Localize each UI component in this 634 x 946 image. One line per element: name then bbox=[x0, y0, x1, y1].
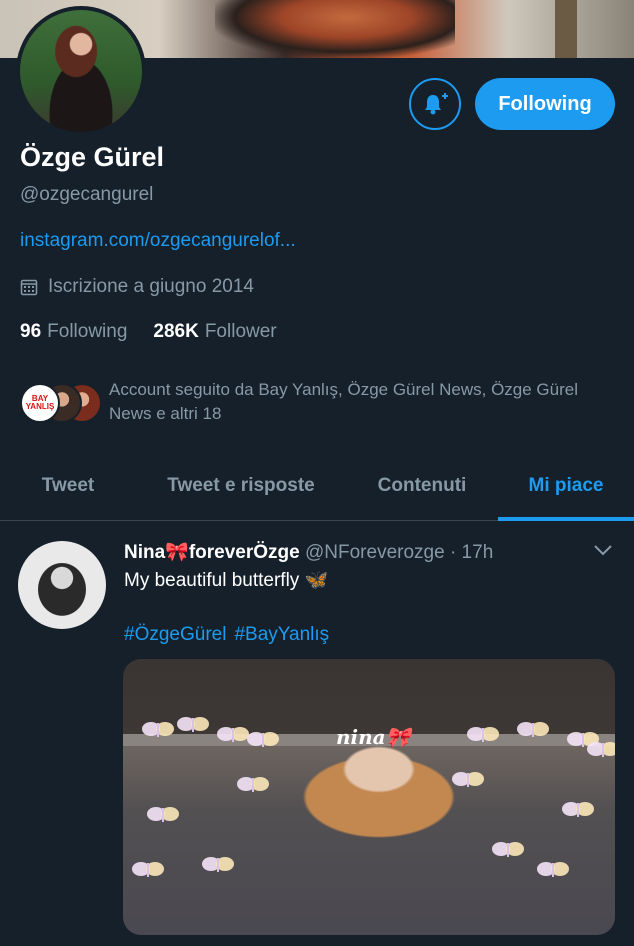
following-stat[interactable]: 96 Following bbox=[20, 321, 127, 343]
tab-tweet-e-risposte[interactable]: Tweet e risposte bbox=[136, 452, 346, 520]
butterfly-icon bbox=[247, 732, 279, 747]
banner-post bbox=[555, 0, 577, 58]
butterfly-icon bbox=[452, 772, 484, 787]
tweet-meta: @NForeverozge · 17h bbox=[305, 542, 494, 563]
butterfly-icon bbox=[587, 742, 615, 757]
tweet-hashtags: #ÖzgeGürel #BayYanlış bbox=[124, 624, 329, 646]
tweet-author-avatar[interactable] bbox=[18, 541, 106, 629]
notifications-button[interactable] bbox=[409, 78, 461, 130]
followed-by-avatars: BAY YANLIŞ bbox=[20, 383, 102, 425]
following-label: Following bbox=[47, 321, 128, 342]
butterfly-icon bbox=[562, 802, 594, 817]
join-date-text: Iscrizione a giugno 2014 bbox=[48, 276, 254, 297]
profile-avatar[interactable] bbox=[16, 6, 146, 136]
followers-label: Follower bbox=[204, 321, 277, 342]
tab-mi-piace[interactable]: Mi piace bbox=[498, 452, 634, 521]
tab-tweet[interactable]: Tweet bbox=[0, 452, 136, 520]
join-date: Iscrizione a giugno 2014 bbox=[20, 276, 254, 298]
tweet-header: Nina🎀foreverÖzge @NForeverozge · 17h bbox=[124, 540, 493, 564]
calendar-icon bbox=[20, 279, 38, 296]
butterfly-icon bbox=[467, 727, 499, 742]
mini-avatar-bay-yanlis: BAY YANLIŞ bbox=[20, 383, 60, 423]
banner-figure bbox=[215, 0, 455, 58]
hashtag-link[interactable]: #BayYanlış bbox=[234, 624, 329, 646]
followers-count: 286K bbox=[153, 321, 199, 342]
butterfly-icon bbox=[132, 862, 164, 877]
butterfly-overlay bbox=[132, 717, 615, 877]
profile-handle: @ozgecangurel bbox=[20, 184, 154, 205]
butterfly-icon bbox=[177, 717, 209, 732]
butterfly-icon bbox=[537, 862, 569, 877]
butterfly-icon bbox=[237, 777, 269, 792]
bell-plus-icon bbox=[425, 93, 448, 115]
tweet-text: My beautiful butterfly 🦋 bbox=[124, 570, 329, 591]
butterfly-icon bbox=[492, 842, 524, 857]
following-button[interactable]: Following bbox=[475, 78, 615, 130]
tab-contenuti[interactable]: Contenuti bbox=[346, 452, 498, 520]
tweet-author-name[interactable]: Nina🎀foreverÖzge bbox=[124, 542, 300, 563]
following-count: 96 bbox=[20, 321, 42, 342]
butterfly-icon bbox=[202, 857, 234, 872]
profile-stats: 96 Following 286K Follower bbox=[20, 321, 277, 343]
butterfly-icon bbox=[517, 722, 549, 737]
profile-name: Özge Gürel bbox=[20, 142, 165, 172]
profile-tabs: Tweet Tweet e risposte Contenuti Mi piac… bbox=[0, 452, 634, 521]
profile-link[interactable]: instagram.com/ozgecangurelof... bbox=[20, 230, 296, 252]
hashtag-link[interactable]: #ÖzgeGürel bbox=[124, 624, 226, 646]
butterfly-icon bbox=[147, 807, 179, 822]
followers-stat[interactable]: 286K Follower bbox=[153, 321, 276, 343]
followed-by-text: Account seguito da Bay Yanlış, Özge Güre… bbox=[109, 380, 578, 423]
tweet-media-image[interactable]: nina🎀 bbox=[123, 659, 615, 935]
butterfly-icon bbox=[142, 722, 174, 737]
chevron-down-icon[interactable] bbox=[591, 540, 615, 560]
butterfly-icon bbox=[217, 727, 249, 742]
